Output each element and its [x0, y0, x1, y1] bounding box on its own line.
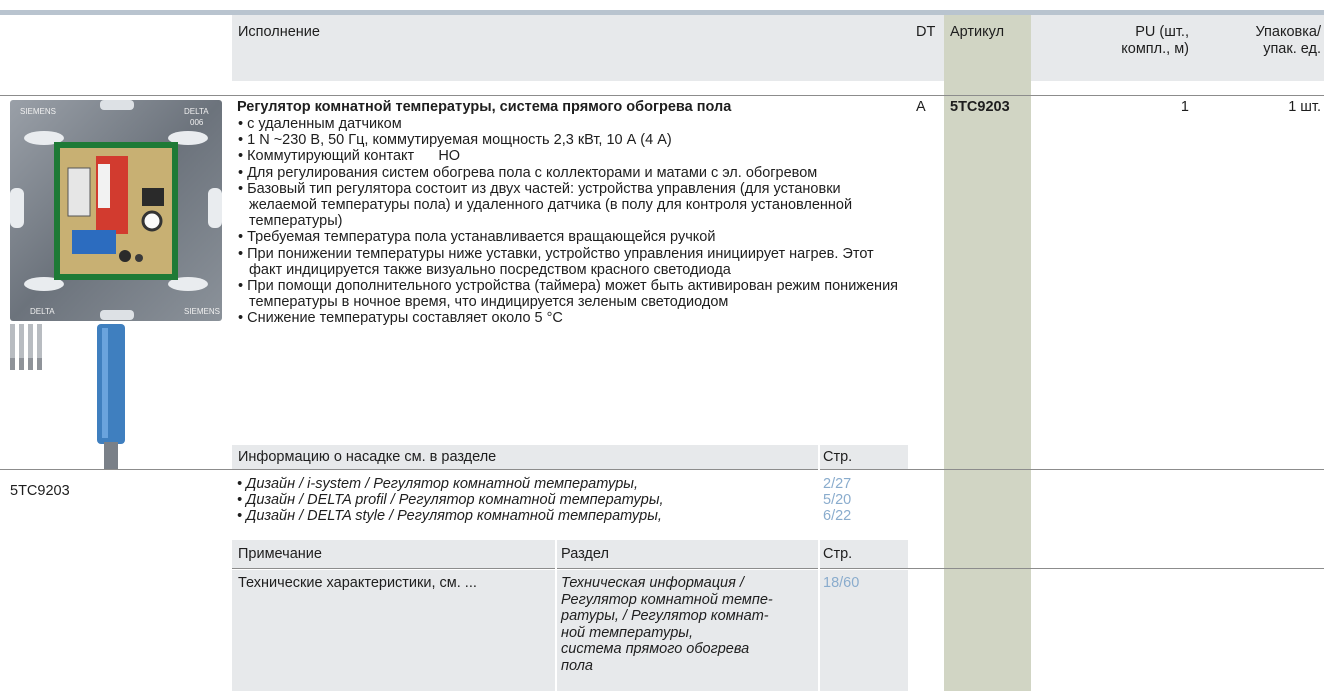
notes-rule: [232, 568, 1324, 569]
section-column-divider: [555, 540, 557, 691]
page-link[interactable]: 5/20: [823, 492, 851, 508]
design-info-pages: 2/27 5/20 6/22: [823, 476, 851, 525]
brand-delta-bottom: DELTA: [30, 307, 55, 316]
wire-ferrules-image: [10, 324, 42, 370]
feature-item: Для регулирования систем обогрева пола с…: [237, 165, 897, 181]
design-info-rule: [0, 469, 1324, 470]
design-info-item: Дизайн / i-system / Регулятор комнатной …: [237, 476, 812, 492]
article-column-band: [944, 15, 1031, 691]
brand-siemens-top: SIEMENS: [20, 107, 56, 116]
brand-siemens-bottom: SIEMENS: [184, 307, 220, 316]
notes-row-section: Техническая информация / Регулятор комна…: [561, 575, 773, 674]
product-dt: A: [916, 99, 926, 115]
feature-item: При понижении температуры ниже уставки, …: [237, 246, 909, 278]
feature-item: 1 N ~230 В, 50 Гц, коммутируемая мощност…: [237, 132, 917, 148]
notes-col-section: Раздел: [561, 546, 609, 562]
notes-row-page-link[interactable]: 18/60: [823, 575, 859, 591]
notes-row-note: Технические характеристики, см. ...: [238, 575, 477, 591]
design-info-list: Дизайн / i-system / Регулятор комнатной …: [237, 476, 812, 525]
page-link[interactable]: 6/22: [823, 508, 851, 524]
image-caption: 5TC9203: [10, 483, 70, 499]
feature-item: Снижение температуры составляет около 5 …: [237, 310, 917, 326]
product-packaging: 1 шт.: [1288, 99, 1321, 115]
feature-item: Коммутирующий контакт НО: [237, 148, 917, 164]
product-article: 5TC9203: [950, 99, 1010, 115]
brand-delta-top: DELTA: [184, 107, 209, 116]
page-link[interactable]: 2/27: [823, 476, 851, 492]
feature-item: При помощи дополнительного устройства (т…: [237, 278, 909, 310]
product-title: Регулятор комнатной температуры, система…: [237, 99, 732, 115]
notes-col-note: Примечание: [238, 546, 322, 562]
thermostat-image: SIEMENS DELTA 006 SIEMENS DELTA: [10, 100, 222, 321]
product-pu: 1: [1180, 99, 1189, 115]
feature-list: с удаленным датчиком 1 N ~230 В, 50 Гц, …: [237, 116, 917, 327]
design-info-page-header: Стр.: [823, 449, 853, 465]
header-execution: Исполнение: [238, 24, 320, 40]
header-article: Артикул: [950, 24, 1005, 40]
design-info-item: Дизайн / DELTA style / Регулятор комнатн…: [237, 508, 812, 524]
feature-item: с удаленным датчиком: [237, 116, 917, 132]
header-packaging: Упаковка/упак. ед.: [1255, 24, 1321, 57]
header-rule: [0, 95, 1324, 96]
page-column-divider: [818, 445, 820, 691]
code-top: 006: [190, 118, 204, 127]
feature-item: Базовый тип регулятора состоит из двух ч…: [237, 181, 897, 230]
header-dt: DT: [916, 24, 936, 40]
notes-col-page: Стр.: [823, 546, 853, 562]
feature-item: Требуемая температура пола устанавливает…: [237, 229, 917, 245]
remote-sensor-image: [97, 324, 125, 470]
header-pu: PU (шт., компл., м): [1121, 24, 1189, 57]
design-info-item: Дизайн / DELTA profil / Регулятор комнат…: [237, 492, 812, 508]
design-info-header: Информацию о насадке см. в разделе: [238, 449, 497, 465]
